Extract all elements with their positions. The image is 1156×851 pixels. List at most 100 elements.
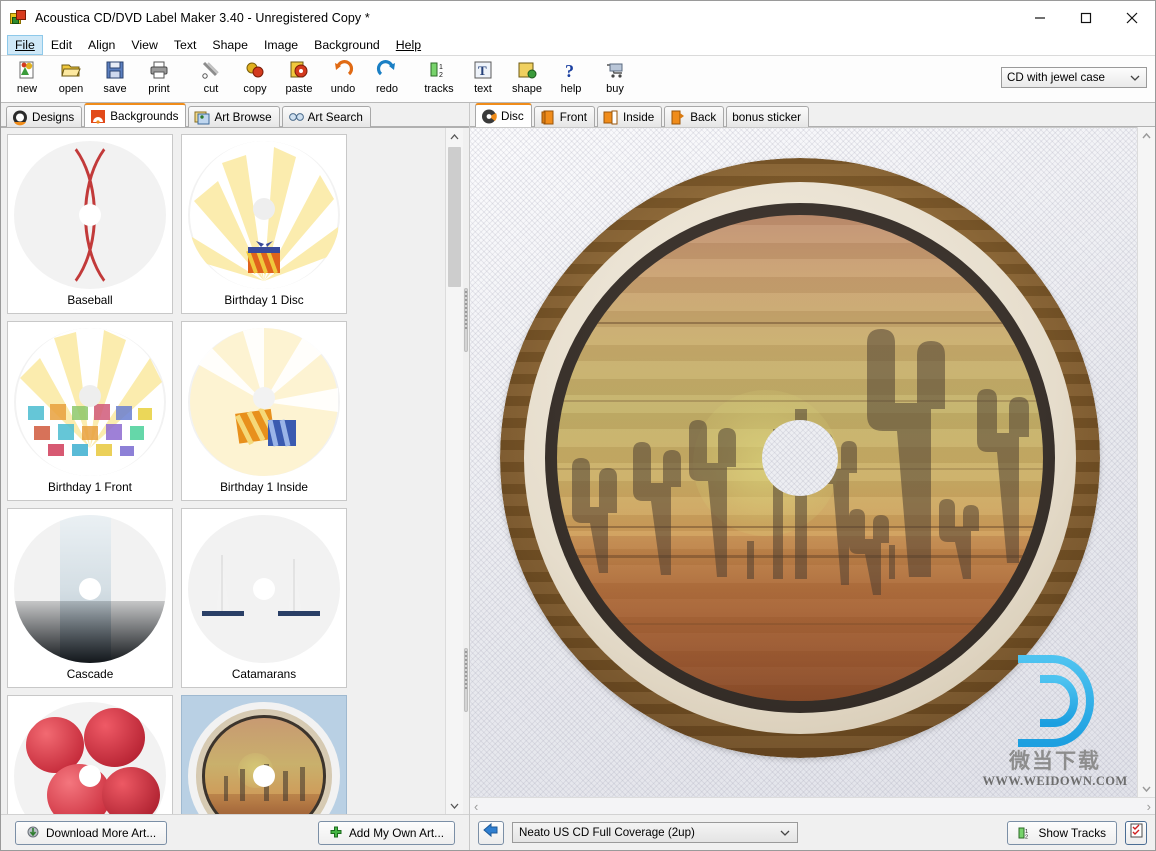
library-tab-bar: Designs Backgrounds	[1, 103, 469, 127]
minimize-button[interactable]	[1017, 1, 1063, 35]
list-item[interactable]: Birthday 1 Inside	[181, 321, 347, 501]
canvas-vertical-scrollbar[interactable]	[1137, 127, 1155, 797]
paper-type-select[interactable]: Neato US CD Full Coverage (2up)	[512, 822, 798, 843]
svg-text:2: 2	[1025, 834, 1028, 840]
library-vertical-scrollbar[interactable]	[445, 128, 463, 814]
document-type-select[interactable]: CD with jewel case	[1001, 67, 1147, 88]
plus-icon	[329, 826, 343, 840]
tab-art-search[interactable]: Art Search	[282, 106, 371, 127]
back-arrow-button[interactable]	[478, 821, 504, 845]
scroll-down-arrow[interactable]	[446, 797, 463, 814]
tab-designs[interactable]: Designs	[6, 106, 82, 127]
canvas-scroll-left-arrow[interactable]: ‹	[474, 799, 478, 814]
toolbar-button-new[interactable]: new	[5, 56, 49, 102]
toolbar-button-paste[interactable]: paste	[277, 56, 321, 102]
svg-text:T: T	[478, 63, 487, 78]
splitter-grip-lower[interactable]	[464, 648, 468, 712]
svg-text:2: 2	[439, 72, 443, 79]
toolbar-label-save: save	[103, 83, 126, 95]
list-item[interactable]: Baseball	[7, 134, 173, 314]
canvas-scroll-up-arrow[interactable]	[1138, 127, 1155, 144]
checklist-button[interactable]	[1125, 821, 1147, 845]
scroll-track[interactable]	[446, 145, 463, 797]
shopping-cart-icon	[604, 59, 626, 81]
tab-disc[interactable]: Disc	[475, 103, 532, 127]
toolbar-button-redo[interactable]: redo	[365, 56, 409, 102]
question-mark-icon: ?	[560, 59, 582, 81]
toolbar-label-tracks: tracks	[424, 83, 453, 95]
toolbar-button-save[interactable]: save	[93, 56, 137, 102]
menu-item-background[interactable]: Background	[306, 35, 388, 55]
list-item-label: Birthday 1 Inside	[220, 480, 308, 494]
thumbnail-image	[14, 328, 166, 476]
toolbar-button-cut[interactable]: cut	[189, 56, 233, 102]
list-item[interactable]: Catamarans	[181, 508, 347, 688]
add-my-own-art-label: Add My Own Art...	[349, 826, 444, 840]
menu-item-image[interactable]: Image	[256, 35, 306, 55]
menu-item-edit[interactable]: Edit	[43, 35, 80, 55]
toolbar-button-undo[interactable]: undo	[321, 56, 365, 102]
menu-item-shape[interactable]: Shape	[204, 35, 256, 55]
tab-disc-label: Disc	[501, 110, 524, 123]
inside-cover-tab-icon	[603, 110, 619, 125]
tab-bonus-sticker[interactable]: bonus sticker	[726, 106, 809, 127]
menu-bar: File Edit Align View Text Shape Image Ba…	[1, 35, 1155, 55]
thumbnail-image	[188, 141, 340, 289]
toolbar-button-text[interactable]: T text	[461, 56, 505, 102]
toolbar-button-print[interactable]: print	[137, 56, 181, 102]
list-item[interactable]: Cascade	[7, 508, 173, 688]
toolbar-button-copy[interactable]: copy	[233, 56, 277, 102]
title-bar: Acoustica CD/DVD Label Maker 3.40 - Unre…	[1, 1, 1155, 35]
maximize-button[interactable]	[1063, 1, 1109, 35]
art-search-tab-icon	[288, 110, 304, 125]
application-window: Acoustica CD/DVD Label Maker 3.40 - Unre…	[0, 0, 1156, 851]
tab-art-browse[interactable]: Art Browse	[188, 106, 279, 127]
panel-splitter[interactable]	[463, 128, 469, 814]
toolbar-button-open[interactable]: open	[49, 56, 93, 102]
menu-item-help[interactable]: Help	[388, 35, 429, 55]
paper-type-value: Neato US CD Full Coverage (2up)	[519, 826, 695, 839]
disc-artwork[interactable]	[500, 158, 1100, 758]
menu-item-file[interactable]: File	[7, 35, 43, 55]
canvas-scroll-track[interactable]	[1138, 144, 1155, 780]
show-tracks-button[interactable]: 1 2 Show Tracks	[1007, 821, 1117, 845]
toolbar-button-tracks[interactable]: 1 2 tracks	[417, 56, 461, 102]
menu-item-text[interactable]: Text	[166, 35, 205, 55]
download-more-art-button[interactable]: Download More Art...	[15, 821, 167, 845]
svg-text:1: 1	[439, 64, 443, 71]
toolbar-button-help[interactable]: ? help	[549, 56, 593, 102]
add-my-own-art-button[interactable]: Add My Own Art...	[318, 821, 455, 845]
tab-backgrounds[interactable]: Backgrounds	[84, 103, 186, 127]
list-item[interactable]: Birthday 1 Disc	[181, 134, 347, 314]
toolbar-button-shape[interactable]: shape	[505, 56, 549, 102]
show-tracks-label: Show Tracks	[1038, 826, 1106, 840]
menu-item-view[interactable]: View	[123, 35, 165, 55]
tab-back[interactable]: Back	[664, 106, 724, 127]
tab-front[interactable]: Front	[534, 106, 595, 127]
tab-front-label: Front	[560, 111, 587, 124]
thumbnail-image	[14, 141, 166, 289]
list-item-label: Birthday 1 Front	[48, 480, 132, 494]
tab-designs-label: Designs	[32, 111, 74, 124]
menu-item-align[interactable]: Align	[80, 35, 123, 55]
scroll-thumb[interactable]	[448, 147, 461, 287]
canvas-horizontal-scrollbar[interactable]: ‹ ›	[470, 797, 1155, 814]
canvas-scroll-right-arrow[interactable]: ›	[1147, 799, 1151, 814]
list-item[interactable]: Birthday 1 Front	[7, 321, 173, 501]
design-canvas[interactable]: 微当下载 WWW.WEIDOWN.COM	[470, 127, 1137, 797]
list-item[interactable]	[7, 695, 173, 814]
toolbar-label-open: open	[59, 83, 83, 95]
main-body: Designs Backgrounds	[1, 103, 1155, 850]
splitter-grip-upper[interactable]	[464, 288, 468, 352]
toolbar-button-buy[interactable]: buy	[593, 56, 637, 102]
list-item-label: Baseball	[67, 293, 112, 307]
checklist-icon	[1130, 823, 1143, 843]
scroll-up-arrow[interactable]	[446, 128, 463, 145]
tab-inside[interactable]: Inside	[597, 106, 662, 127]
art-browse-tab-icon	[194, 110, 210, 125]
close-button[interactable]	[1109, 1, 1155, 35]
list-item[interactable]	[181, 695, 347, 814]
copy-icon	[244, 59, 266, 81]
new-document-icon	[16, 59, 38, 81]
canvas-scroll-down-arrow[interactable]	[1138, 780, 1155, 797]
